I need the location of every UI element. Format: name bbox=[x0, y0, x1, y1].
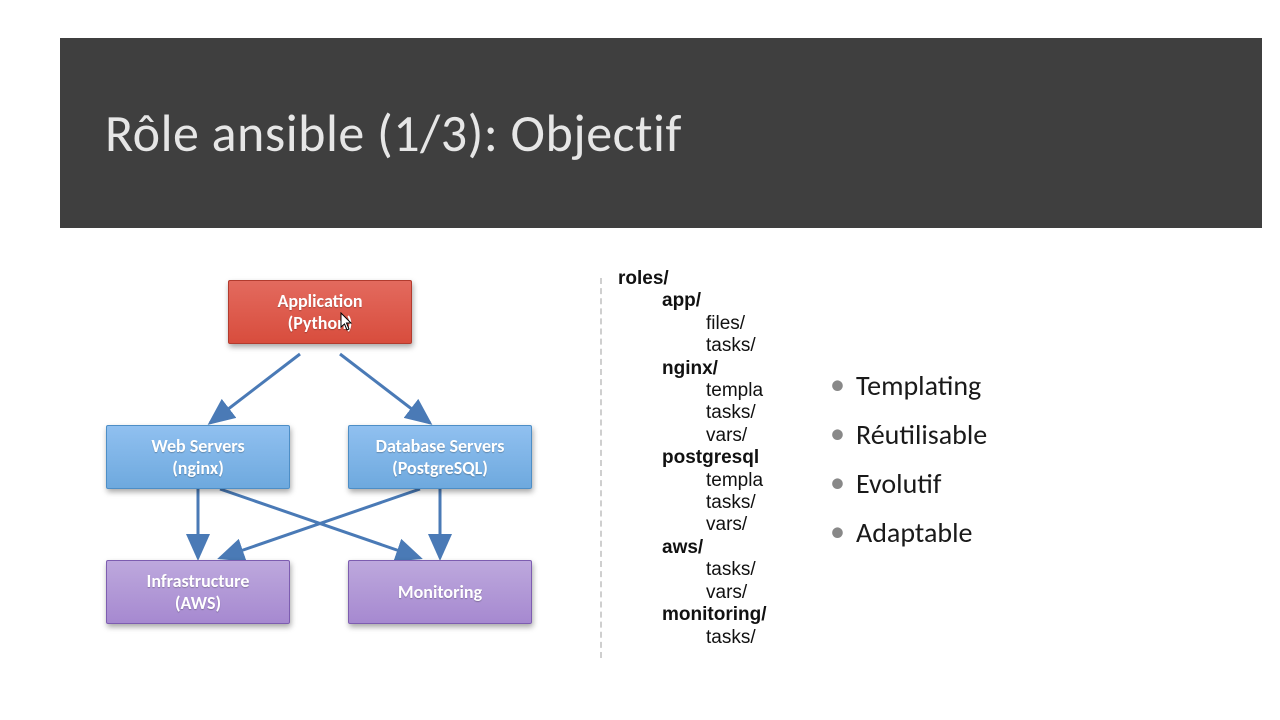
bullet-item: Templating bbox=[830, 368, 987, 403]
tree-entry: postgresql bbox=[662, 447, 766, 469]
node-monitoring: Monitoring bbox=[348, 560, 532, 624]
content-area: Application (Python) Web Servers (nginx)… bbox=[0, 260, 1280, 720]
node-label: Monitoring bbox=[349, 581, 531, 604]
node-label: Infrastructure bbox=[107, 570, 289, 593]
node-application: Application (Python) bbox=[228, 280, 412, 344]
tree-entry: monitoring/ bbox=[662, 604, 766, 626]
slide-title: Rôle ansible (1/3): Objectif bbox=[105, 101, 682, 165]
architecture-diagram: Application (Python) Web Servers (nginx)… bbox=[100, 280, 560, 640]
node-sublabel: (AWS) bbox=[107, 592, 289, 615]
bullet-item: Adaptable bbox=[830, 515, 987, 550]
feature-bullets: Templating Réutilisable Evolutif Adaptable bbox=[830, 368, 987, 564]
bullet-item: Evolutif bbox=[830, 466, 987, 501]
node-sublabel: (PostgreSQL) bbox=[349, 457, 531, 480]
tree-entry: templa bbox=[706, 380, 766, 402]
node-label: Application bbox=[229, 290, 411, 313]
tree-entry: nginx/ bbox=[662, 358, 766, 380]
tree-entry: roles/ bbox=[618, 268, 766, 290]
tree-entry: app/ bbox=[662, 290, 766, 312]
node-sublabel: (nginx) bbox=[107, 457, 289, 480]
tree-entry: tasks/ bbox=[706, 627, 766, 649]
tree-entry: tasks/ bbox=[706, 559, 766, 581]
node-label: Web Servers bbox=[107, 435, 289, 458]
tree-entry: vars/ bbox=[706, 514, 766, 536]
roles-file-tree: roles/app/files/tasks/nginx/templatasks/… bbox=[618, 268, 766, 649]
tree-entry: vars/ bbox=[706, 582, 766, 604]
node-infrastructure: Infrastructure (AWS) bbox=[106, 560, 290, 624]
node-database-servers: Database Servers (PostgreSQL) bbox=[348, 425, 532, 489]
node-sublabel: (Python) bbox=[229, 312, 411, 335]
vertical-divider bbox=[600, 278, 602, 658]
tree-entry: aws/ bbox=[662, 537, 766, 559]
node-label: Database Servers bbox=[349, 435, 531, 458]
node-web-servers: Web Servers (nginx) bbox=[106, 425, 290, 489]
tree-entry: files/ bbox=[706, 313, 766, 335]
tree-entry: tasks/ bbox=[706, 335, 766, 357]
tree-entry: tasks/ bbox=[706, 402, 766, 424]
tree-entry: tasks/ bbox=[706, 492, 766, 514]
bullet-item: Réutilisable bbox=[830, 417, 987, 452]
tree-entry: templa bbox=[706, 470, 766, 492]
tree-entry: vars/ bbox=[706, 425, 766, 447]
title-bar: Rôle ansible (1/3): Objectif bbox=[60, 38, 1262, 228]
